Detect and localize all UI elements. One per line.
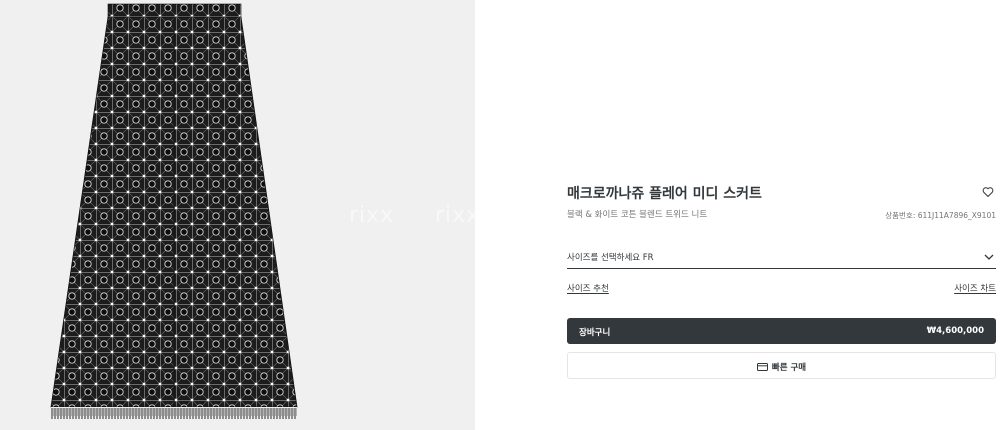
product-reference: 상품번호: 611J11A7896_X9101: [885, 211, 996, 220]
size-chart-link[interactable]: 사이즈 차트: [954, 282, 996, 294]
product-subtitle: 블랙 & 화이트 코튼 블렌드 트위드 니트: [567, 210, 708, 220]
quick-buy-label: 빠른 구매: [771, 363, 807, 373]
quick-buy-button[interactable]: 빠른 구매: [567, 352, 996, 379]
chevron-down-icon: [984, 254, 994, 260]
size-select[interactable]: 사이즈를 선택하세요 FR: [567, 247, 996, 269]
product-gallery: rixx: [0, 0, 475, 430]
size-select-label: 사이즈를 선택하세요 FR: [567, 253, 654, 263]
watermark-text: rixx: [521, 203, 567, 228]
product-title: 매크로까나쥬 플레어 미디 스커트: [567, 186, 762, 202]
credit-card-icon: [756, 363, 768, 371]
add-to-cart-label: 장바구니: [579, 328, 611, 338]
watermark-text: rixx: [435, 203, 481, 228]
watermark-text: rixx: [349, 203, 395, 228]
product-details-panel: rixx rixx 매크로까나쥬 플레어 미디 스커트 블랙 & 화이트 코튼 …: [435, 0, 1000, 430]
product-price: ₩4,600,000: [926, 326, 984, 336]
add-to-cart-button[interactable]: 장바구니 ₩4,600,000: [567, 318, 996, 344]
heart-icon[interactable]: [982, 186, 994, 198]
product-image[interactable]: [0, 0, 475, 430]
size-advisor-link[interactable]: 사이즈 추천: [567, 282, 609, 294]
